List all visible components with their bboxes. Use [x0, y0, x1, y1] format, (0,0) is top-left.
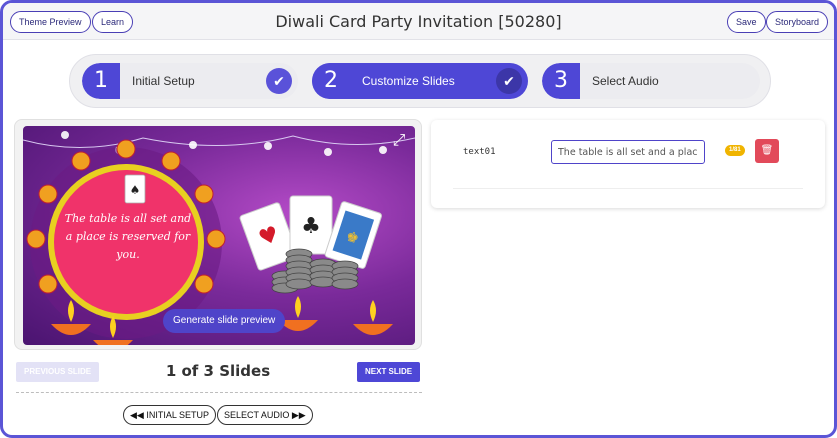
step-initial-setup[interactable]: 1 Initial Setup ✔ — [82, 63, 298, 99]
step-label: Initial Setup — [132, 74, 195, 88]
text01-input[interactable] — [551, 140, 705, 164]
select-audio-label: SELECT AUDIO — [224, 410, 290, 420]
step-number: 3 — [542, 63, 580, 99]
page-title: Diwali Card Party Invitation [50280] — [275, 12, 562, 31]
initial-setup-label: INITIAL SETUP — [146, 410, 210, 420]
text-fields-panel: text01 1/81 🗑 — [431, 120, 825, 208]
step-select-audio[interactable]: 3 Select Audio — [542, 63, 760, 99]
rewind-icon: ◀◀ — [130, 410, 144, 420]
generate-preview-button[interactable]: Generate slide preview — [163, 309, 286, 333]
check-icon: ✔ — [496, 68, 522, 94]
slide-counter: 1 of 3 Slides — [165, 362, 271, 380]
svg-text:♠: ♠ — [130, 183, 141, 197]
field-label: text01 — [463, 147, 496, 157]
initial-setup-button[interactable]: ◀◀ INITIAL SETUP — [123, 405, 217, 425]
storyboard-button[interactable]: Storyboard — [766, 11, 829, 33]
divider — [453, 188, 803, 189]
step-customize-slides[interactable]: 2 Customize Slides ✔ — [312, 63, 528, 99]
top-bar: Theme Preview Learn Diwali Card Party In… — [3, 3, 834, 40]
delete-field-button[interactable]: 🗑 — [755, 139, 779, 163]
select-audio-button[interactable]: SELECT AUDIO ▶▶ — [217, 405, 313, 425]
next-slide-button[interactable]: NEXT SLIDE — [357, 362, 421, 382]
fast-forward-icon: ▶▶ — [291, 410, 306, 420]
slide-preview-card: ♠ The table is all set and a place is re… — [14, 119, 422, 350]
slide-text: The table is all set and a place is rese… — [64, 212, 192, 261]
previous-slide-button[interactable]: PREVIOUS SLIDE — [16, 362, 100, 382]
divider — [16, 392, 422, 393]
save-button[interactable]: Save — [727, 11, 766, 33]
step-label: Select Audio — [592, 74, 659, 88]
check-icon: ✔ — [266, 68, 292, 94]
svg-text:♣: ♣ — [301, 214, 321, 239]
char-count-badge: 1/81 — [725, 145, 745, 156]
step-number: 1 — [82, 63, 120, 99]
app-frame: Theme Preview Learn Diwali Card Party In… — [0, 0, 837, 438]
fullscreen-icon[interactable]: ⤢ — [389, 131, 409, 151]
trash-icon: 🗑 — [760, 145, 774, 156]
step-number: 2 — [312, 63, 350, 99]
step-label: Customize Slides — [362, 74, 455, 88]
slide-preview: ♠ The table is all set and a place is re… — [23, 126, 415, 345]
step-progress: 1 Initial Setup ✔ 2 Customize Slides ✔ 3… — [69, 54, 771, 108]
